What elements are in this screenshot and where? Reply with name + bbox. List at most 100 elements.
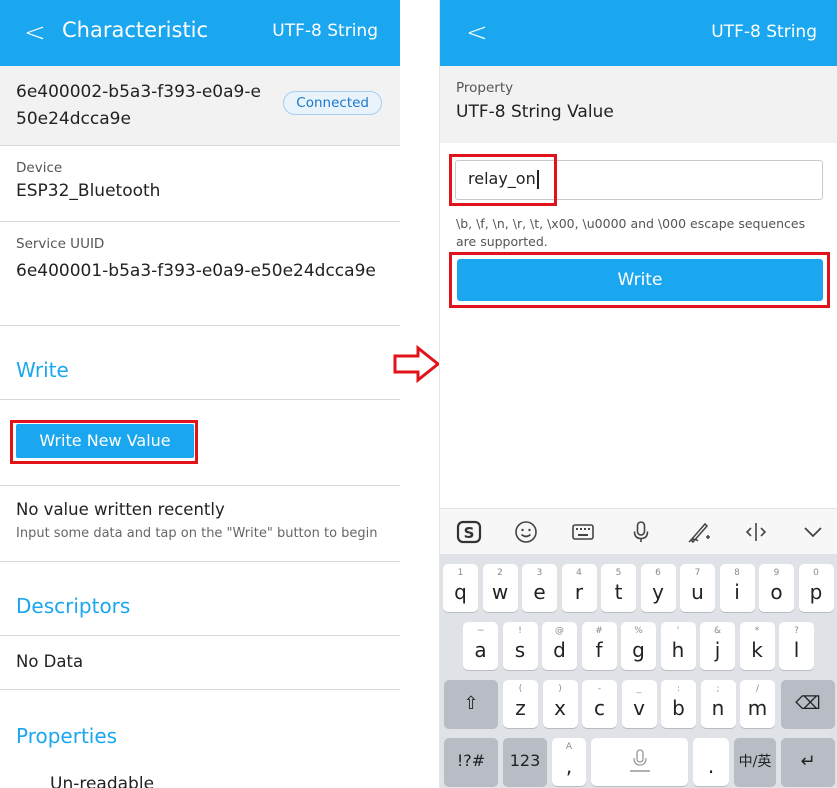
symbols-key[interactable]: !?# (444, 738, 498, 786)
key-b[interactable]: :b (661, 680, 696, 728)
property-value: UTF-8 String Value (456, 102, 614, 122)
service-uuid-value: 6e400001-b5a3-f393-e0a9-e50e24dcca9e (16, 261, 376, 281)
write-value-screen: < UTF-8 String Property UTF-8 String Val… (439, 0, 837, 788)
service-uuid-label: Service UUID (16, 236, 105, 252)
write-new-value-button[interactable]: Write New Value (16, 424, 194, 458)
key-sub-label: ; (716, 684, 720, 694)
keyboard-toolbar: S (440, 508, 837, 554)
property-label: Property (456, 80, 514, 96)
handwriting-icon[interactable] (686, 519, 712, 545)
language-switch-key[interactable]: 中/英 (734, 738, 776, 786)
key-label: w (491, 580, 509, 604)
characteristic-uuid-block: 6e400002-b5a3-f393-e0a9-e50e24dcca9e Con… (0, 66, 400, 146)
enter-icon: ↵ (800, 751, 816, 772)
key-f[interactable]: # f (581, 622, 617, 670)
key-q[interactable]: 1q (443, 564, 478, 612)
key-c[interactable]: -c (582, 680, 617, 728)
key-w[interactable]: 2w (482, 564, 518, 612)
space-key[interactable] (591, 738, 688, 786)
numbers-key[interactable]: 123 (503, 738, 547, 786)
key-r[interactable]: 4r (561, 564, 597, 612)
key-sub-label: # (595, 626, 603, 636)
shift-icon: ⇧ (463, 693, 479, 714)
key-v[interactable]: _ v (621, 680, 657, 728)
enter-key[interactable]: ↵ (781, 738, 835, 786)
key-label: r (574, 580, 584, 604)
comma-key[interactable]: A, (552, 738, 586, 786)
status-badge: Connected (283, 91, 382, 115)
key-sub-label: 4 (576, 568, 582, 578)
key-label: h (671, 638, 685, 662)
key-sub-label: ) (558, 684, 562, 694)
format-label[interactable]: UTF-8 String (711, 22, 817, 42)
key-p[interactable]: 0p (798, 564, 834, 612)
key-h[interactable]: ' h (660, 622, 696, 670)
key-sub-label: ! (518, 626, 522, 636)
backspace-key[interactable]: ⌫ (781, 680, 835, 728)
backspace-icon: ⌫ (795, 693, 821, 714)
key-sub-label: @ (555, 626, 564, 636)
descriptors-row: No Data (0, 636, 400, 690)
key-label: i (734, 580, 740, 604)
cursor-move-icon[interactable] (743, 519, 769, 545)
key-sub-label: * (754, 626, 760, 636)
key-z[interactable]: (z (503, 680, 538, 728)
key-label: b (672, 696, 685, 720)
device-row: Device ESP32_Bluetooth (0, 146, 400, 222)
microphone-icon[interactable] (628, 519, 654, 545)
key-e[interactable]: 3e (522, 564, 557, 612)
device-label: Device (16, 160, 63, 176)
page-title: Characteristic (62, 18, 209, 42)
key-l[interactable]: ? l (779, 622, 814, 670)
key-sub-label: : (676, 684, 681, 694)
key-s[interactable]: ! s (502, 622, 538, 670)
highlight-box (449, 154, 557, 206)
key-label: l (793, 638, 800, 662)
collapse-icon[interactable] (800, 519, 826, 545)
sogou-logo-icon[interactable]: S (456, 519, 482, 545)
key-m[interactable]: / m (740, 680, 775, 728)
key-sub-label: & (713, 626, 722, 636)
back-icon[interactable]: < (466, 18, 488, 48)
key-label: v (633, 696, 645, 720)
format-label[interactable]: UTF-8 String (272, 21, 378, 41)
header-bar: < Characteristic UTF-8 String (0, 0, 400, 66)
key-a[interactable]: ~ a (463, 622, 498, 670)
key-o[interactable]: 9o (759, 564, 794, 612)
back-icon[interactable]: < (24, 18, 46, 48)
key-i[interactable]: 8i (719, 564, 755, 612)
key-label: u (691, 580, 704, 604)
key-label: k (751, 638, 763, 662)
key-k[interactable]: * k (739, 622, 775, 670)
key-label: f (595, 638, 603, 662)
key-label: y (652, 580, 664, 604)
language-switch-label: 中/英 (738, 754, 772, 770)
key-label: p (809, 580, 823, 604)
key-d[interactable]: @ d (542, 622, 577, 670)
key-label: e (533, 580, 546, 604)
last-write-row: No value written recently Input some dat… (0, 486, 400, 562)
key-u[interactable]: 7u (680, 564, 715, 612)
emoji-icon[interactable] (513, 519, 539, 545)
key-label: n (711, 696, 725, 720)
key-j[interactable]: & j (700, 622, 735, 670)
key-sub-label: 8 (734, 568, 740, 578)
write-section-heading: Write (0, 326, 400, 400)
key-x[interactable]: ) x (542, 680, 578, 728)
soft-keyboard: 1q2w3e4r5t6y7u8i9o0p ~ a! s @ d # f% g ' h & j * k? l … (440, 554, 837, 788)
key-sub-label: 3 (536, 568, 543, 578)
characteristic-screen: < Characteristic UTF-8 String 6e400002-b… (0, 0, 400, 788)
key-label: a (474, 638, 487, 662)
period-key[interactable]: . (693, 738, 729, 786)
shift-key[interactable]: ⇧ (444, 680, 498, 728)
period-key-label: . (707, 754, 715, 778)
keyboard-icon[interactable] (570, 519, 596, 545)
key-sub-label: / (755, 684, 760, 694)
key-t[interactable]: 5t (601, 564, 636, 612)
key-sub-label: 1 (457, 568, 464, 578)
key-label: q (454, 580, 467, 604)
key-y[interactable]: 6y (640, 564, 676, 612)
key-label: o (770, 580, 783, 604)
key-n[interactable]: ; n (700, 680, 736, 728)
key-g[interactable]: % g (621, 622, 656, 670)
